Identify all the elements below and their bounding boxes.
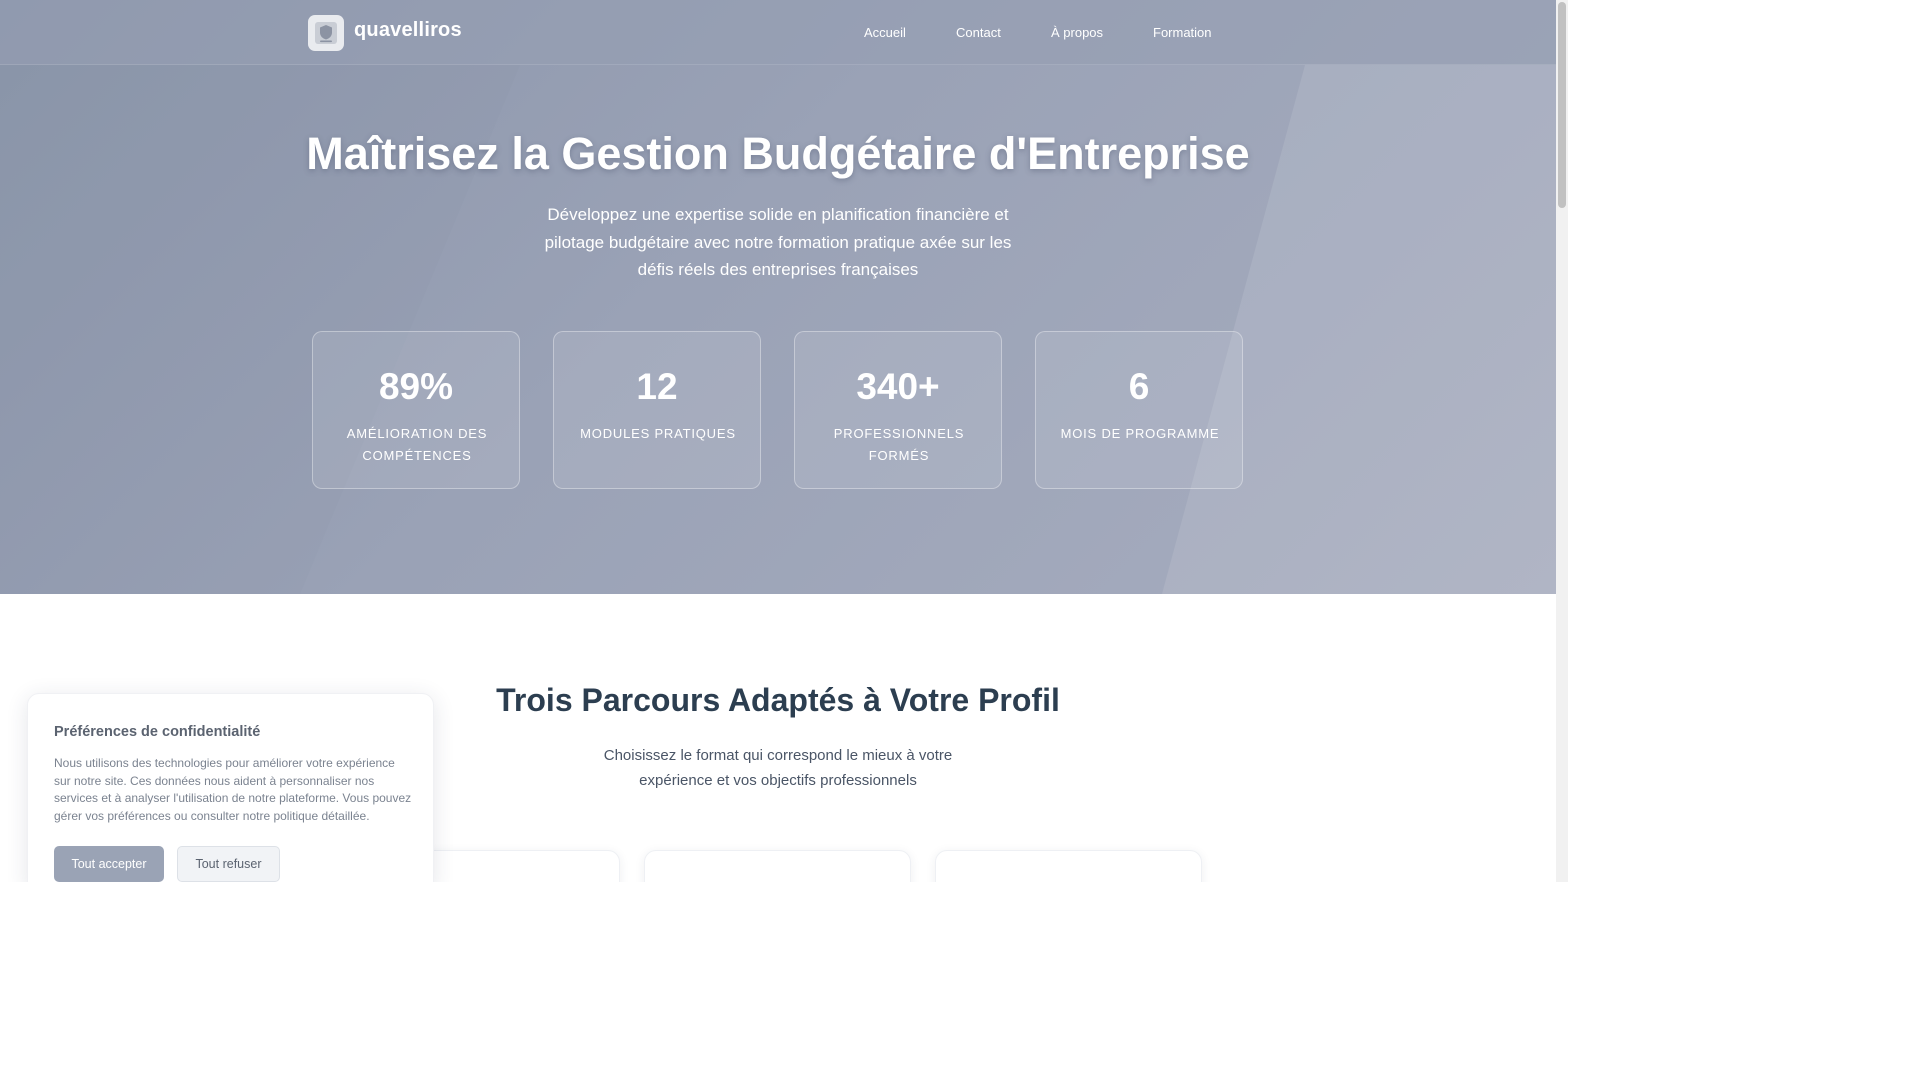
- hero-section: quavelliros Accueil Contact À propos For…: [0, 0, 1556, 594]
- nav-a-propos[interactable]: À propos: [1051, 25, 1103, 40]
- stat-label: AMÉLIORATION DES COMPÉTENCES: [346, 426, 488, 463]
- stat-value: 89%: [378, 366, 454, 407]
- cookie-title: Préférences de confidentialité: [54, 724, 261, 740]
- hero-subtitle: Développez une expertise solide en plani…: [544, 205, 1012, 279]
- hero-title: Maîtrisez la Gestion Budgétaire d'Entrep…: [306, 128, 1250, 179]
- stat-card: 6 MOIS DE PROGRAMME: [1035, 331, 1243, 489]
- stat-label: MOIS DE PROGRAMME: [1060, 426, 1220, 441]
- shield-icon: [315, 22, 337, 44]
- stat-value: 6: [1128, 366, 1150, 407]
- stat-label: PROFESSIONNELS FORMÉS: [833, 426, 965, 463]
- nav-formation[interactable]: Formation: [1153, 25, 1212, 40]
- scrollbar-thumb[interactable]: [1558, 2, 1566, 208]
- section-subtitle: Choisissez le format qui correspond le m…: [603, 747, 953, 789]
- stat-label: MODULES PRATIQUES: [580, 426, 736, 441]
- nav-accueil[interactable]: Accueil: [864, 25, 906, 40]
- program-card[interactable]: [935, 850, 1202, 882]
- refuse-all-button[interactable]: Tout refuser: [177, 846, 280, 882]
- stat-card: 12 MODULES PRATIQUES: [553, 331, 761, 489]
- nav-contact[interactable]: Contact: [956, 25, 1001, 40]
- logo[interactable]: [308, 15, 344, 51]
- site-header: quavelliros Accueil Contact À propos For…: [0, 0, 1556, 65]
- stat-card: 340+ PROFESSIONNELS FORMÉS: [794, 331, 1002, 489]
- cookie-text: Nous utilisons des technologies pour amé…: [54, 756, 412, 824]
- page: quavelliros Accueil Contact À propos For…: [0, 0, 1556, 882]
- stat-value: 12: [636, 366, 678, 407]
- brand-name[interactable]: quavelliros: [354, 19, 462, 42]
- cookie-consent-panel: Préférences de confidentialité Nous util…: [27, 693, 434, 882]
- accept-all-button[interactable]: Tout accepter: [54, 846, 164, 882]
- stat-value: 340+: [856, 366, 940, 407]
- stat-card: 89% AMÉLIORATION DES COMPÉTENCES: [312, 331, 520, 489]
- scrollbar[interactable]: [1556, 0, 1568, 882]
- hero-decorative-shape: [0, 65, 1556, 594]
- program-card[interactable]: [644, 850, 911, 882]
